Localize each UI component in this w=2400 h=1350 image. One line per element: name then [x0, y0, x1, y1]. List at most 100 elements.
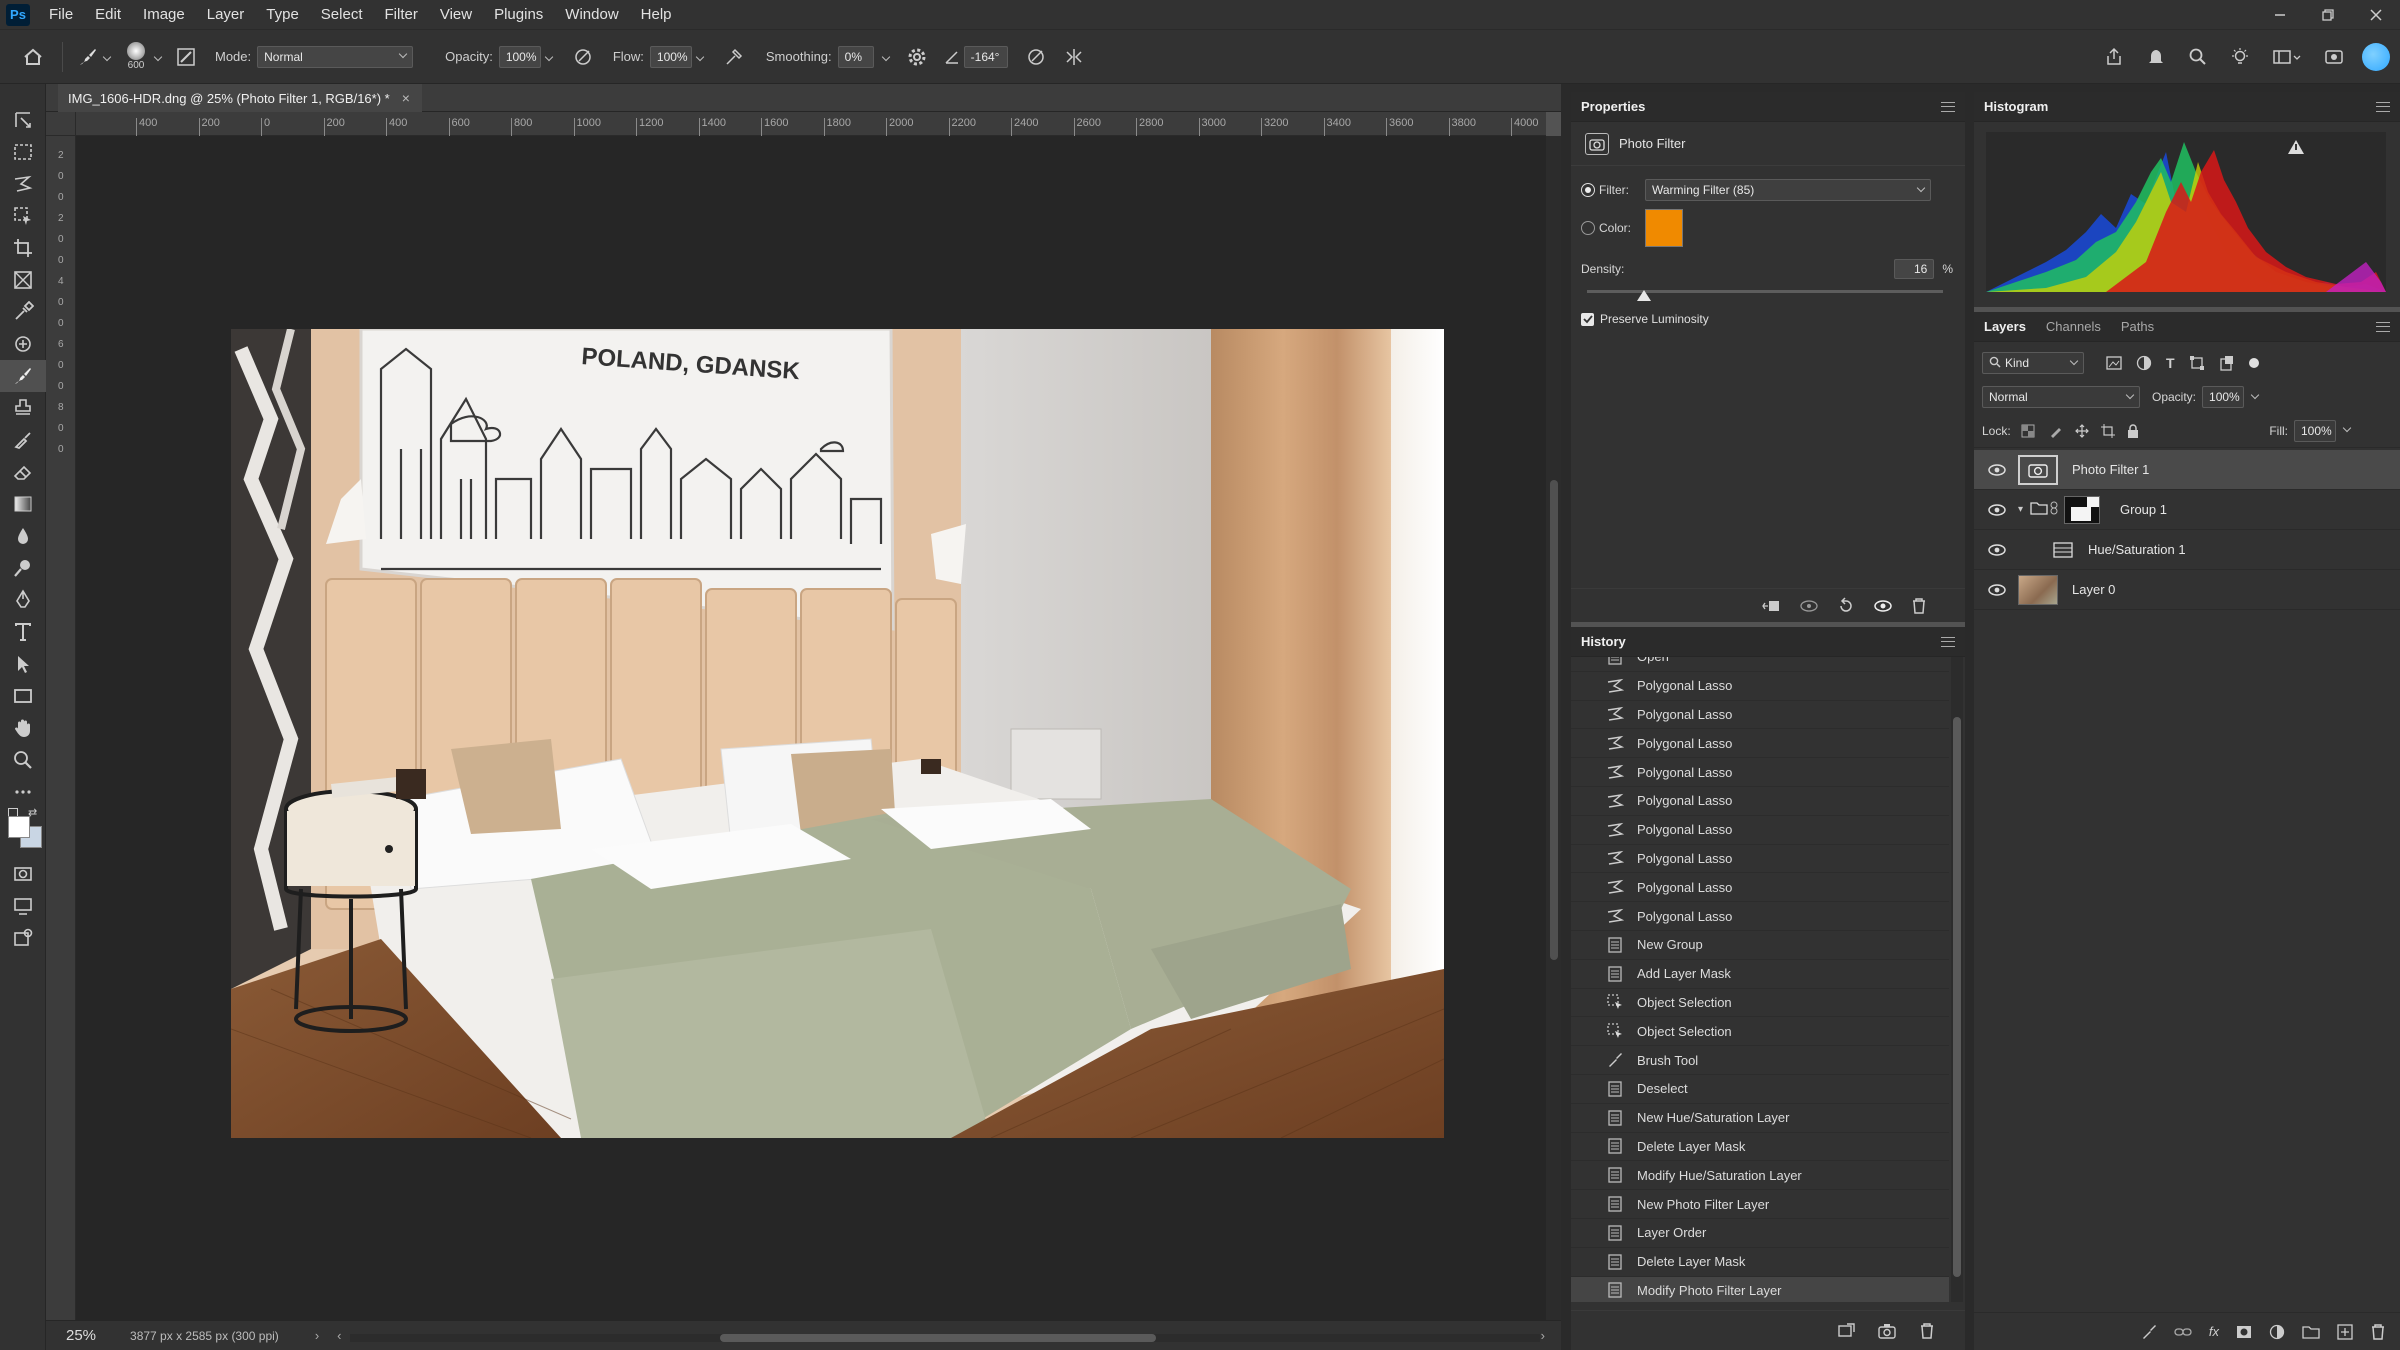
- brush-settings-icon[interactable]: [171, 47, 201, 67]
- history-item[interactable]: Object Selection: [1571, 1017, 1949, 1047]
- pen-tool-icon[interactable]: [0, 584, 46, 616]
- more-tools-icon[interactable]: [0, 776, 46, 808]
- eye-icon[interactable]: [1986, 463, 2008, 477]
- move-tool-icon[interactable]: [0, 104, 46, 136]
- history-item[interactable]: New Group: [1571, 931, 1949, 960]
- menu-help[interactable]: Help: [630, 0, 683, 30]
- path-selection-tool-icon[interactable]: [0, 648, 46, 680]
- brush-preset-icon[interactable]: [73, 46, 101, 68]
- history-item[interactable]: Add Layer Mask: [1571, 960, 1949, 989]
- menu-type[interactable]: Type: [255, 0, 310, 30]
- link-icon[interactable]: [2050, 501, 2064, 518]
- properties-tab[interactable]: Properties: [1571, 92, 1655, 122]
- panel-menu-icon[interactable]: [2376, 321, 2390, 332]
- adjustment-layer-filter-icon[interactable]: [2136, 355, 2152, 371]
- eye-icon[interactable]: [1986, 503, 2008, 517]
- horizontal-scroll-thumb[interactable]: [720, 1334, 1156, 1342]
- document-tab[interactable]: IMG_1606-HDR.dng @ 25% (Photo Filter 1, …: [58, 84, 422, 112]
- histogram-tab[interactable]: Histogram: [1974, 92, 2058, 122]
- history-item[interactable]: Deselect: [1571, 1075, 1949, 1104]
- history-item[interactable]: Delete Layer Mask: [1571, 1133, 1949, 1162]
- layer-name[interactable]: Layer 0: [2072, 582, 2115, 597]
- history-item[interactable]: Polygonal Lasso: [1571, 729, 1949, 759]
- user-avatar[interactable]: [2362, 42, 2390, 71]
- status-expand-icon[interactable]: ›: [315, 1328, 319, 1343]
- density-field[interactable]: 16: [1894, 259, 1935, 279]
- ruler-corner[interactable]: [46, 112, 76, 136]
- filter-toggle-icon[interactable]: [2248, 358, 2259, 368]
- tab-paths[interactable]: Paths: [2111, 312, 2164, 342]
- chevron-down-icon[interactable]: [2250, 390, 2260, 399]
- menu-plugins[interactable]: Plugins: [483, 0, 554, 30]
- menu-filter[interactable]: Filter: [374, 0, 429, 30]
- panel-menu-icon[interactable]: [1941, 101, 1955, 112]
- screen-mode-icon[interactable]: [0, 890, 46, 922]
- workspace-icon[interactable]: [2268, 47, 2306, 67]
- view-previous-icon[interactable]: [1799, 598, 1819, 614]
- history-brush-tool-icon[interactable]: [0, 424, 46, 456]
- history-tab[interactable]: History: [1571, 627, 1636, 657]
- chevron-down-icon[interactable]: [541, 52, 557, 61]
- menu-image[interactable]: Image: [132, 0, 196, 30]
- opacity-field[interactable]: 100%: [498, 45, 541, 68]
- add-mask-icon[interactable]: [2236, 1325, 2252, 1339]
- gear-icon[interactable]: [902, 47, 932, 67]
- chevron-down-icon[interactable]: [692, 52, 708, 61]
- panel-menu-icon[interactable]: [2376, 101, 2390, 112]
- minimize-button[interactable]: [2256, 0, 2304, 30]
- density-slider[interactable]: [1571, 284, 1965, 304]
- filter-radio[interactable]: [1581, 183, 1595, 197]
- chevron-down-icon[interactable]: [151, 52, 165, 61]
- new-document-from-state-icon[interactable]: [1837, 1322, 1855, 1339]
- type-layer-filter-icon[interactable]: T: [2166, 355, 2175, 371]
- clone-stamp-tool-icon[interactable]: [0, 392, 46, 424]
- history-item[interactable]: Layer Order: [1571, 1219, 1949, 1248]
- new-layer-icon[interactable]: [2337, 1323, 2353, 1340]
- trash-icon[interactable]: [2370, 1323, 2386, 1341]
- trash-icon[interactable]: [1919, 1322, 1935, 1340]
- menu-layer[interactable]: Layer: [196, 0, 256, 30]
- gradient-tool-icon[interactable]: [0, 488, 46, 520]
- panel-divider[interactable]: [1561, 84, 1571, 1350]
- lock-all-icon[interactable]: [2127, 423, 2139, 438]
- close-window-button[interactable]: [2352, 0, 2400, 30]
- filter-color-swatch[interactable]: [1645, 209, 1683, 247]
- symmetry-icon[interactable]: [1058, 47, 1090, 67]
- mode-select[interactable]: Normal: [257, 45, 414, 68]
- pixel-layer-filter-icon[interactable]: [2106, 356, 2122, 370]
- history-list[interactable]: Open Polygonal Lasso Polygonal Lasso Polygo…: [1571, 657, 1965, 1302]
- lock-transparent-pixels-icon[interactable]: [2021, 424, 2035, 438]
- history-item[interactable]: New Photo Filter Layer: [1571, 1190, 1949, 1219]
- healing-brush-tool-icon[interactable]: [0, 328, 46, 360]
- history-item[interactable]: Polygonal Lasso: [1571, 816, 1949, 845]
- layer-name[interactable]: Hue/Saturation 1: [2088, 542, 2186, 557]
- history-item[interactable]: Polygonal Lasso: [1571, 758, 1949, 787]
- close-tab-icon[interactable]: ×: [402, 90, 410, 106]
- scroll-left-icon[interactable]: ‹: [337, 1328, 341, 1343]
- restore-button[interactable]: [2304, 0, 2352, 30]
- menu-select[interactable]: Select: [310, 0, 374, 30]
- eyedropper-tool-icon[interactable]: [0, 296, 46, 328]
- history-item[interactable]: Object Selection: [1571, 989, 1949, 1018]
- color-radio[interactable]: [1581, 221, 1595, 235]
- history-item[interactable]: Polygonal Lasso: [1571, 873, 1949, 903]
- menu-view[interactable]: View: [429, 0, 483, 30]
- hand-tool-icon[interactable]: [0, 712, 46, 744]
- tab-channels[interactable]: Channels: [2036, 312, 2111, 342]
- vertical-ruler[interactable]: 2 0 0 2 0 0 4 0 0 6 0 0 8 0 0: [46, 136, 76, 1320]
- new-group-icon[interactable]: [2302, 1325, 2320, 1339]
- layer-row-photo-filter-1[interactable]: Photo Filter 1: [1974, 450, 2400, 490]
- layer-opacity-field[interactable]: 100%: [2202, 386, 2245, 408]
- menu-edit[interactable]: Edit: [84, 0, 132, 30]
- link-layers-icon[interactable]: [2174, 1326, 2192, 1338]
- search-icon[interactable]: [2184, 47, 2212, 67]
- brush-tool-icon[interactable]: [0, 360, 46, 392]
- blur-tool-icon[interactable]: [0, 520, 46, 552]
- history-item[interactable]: Polygonal Lasso: [1571, 787, 1949, 816]
- zoom-level[interactable]: 25%: [66, 1327, 96, 1344]
- preserve-luminosity-checkbox[interactable]: [1581, 312, 1594, 326]
- density-slider-handle[interactable]: [1636, 290, 1651, 301]
- edit-toolbar-icon[interactable]: [0, 922, 46, 954]
- history-item[interactable]: Polygonal Lasso: [1571, 672, 1949, 701]
- history-scroll-thumb[interactable]: [1953, 717, 1961, 1277]
